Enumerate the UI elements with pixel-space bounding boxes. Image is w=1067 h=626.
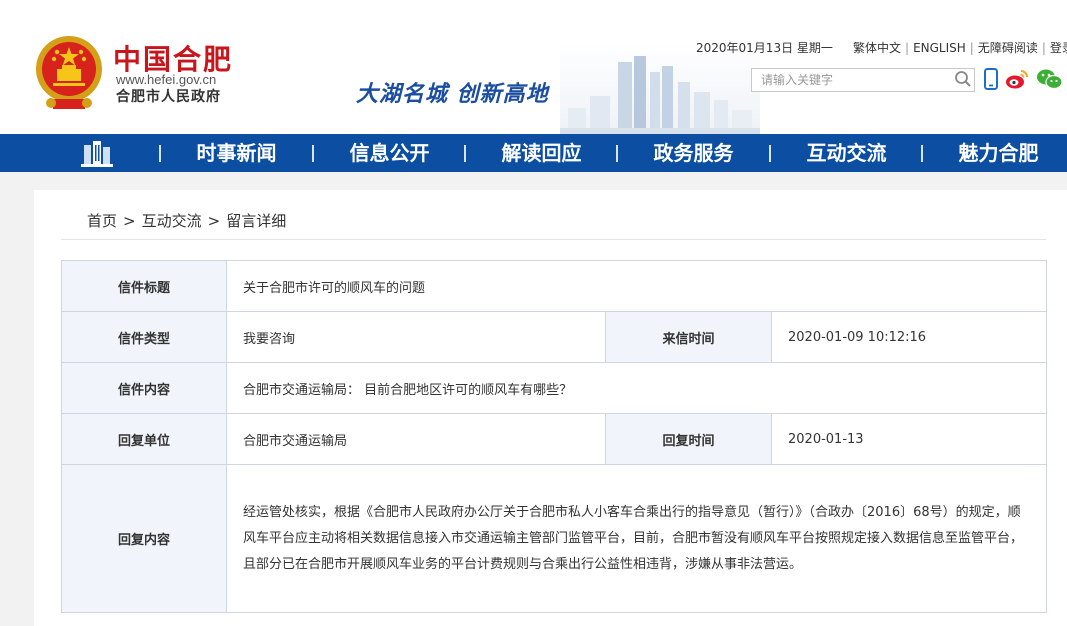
letter-time-value: 2020-01-09 10:12:16 xyxy=(770,311,1048,363)
letter-title-label: 信件标题 xyxy=(61,260,227,312)
letter-content-label: 信件内容 xyxy=(61,362,227,414)
nav-interaction[interactable]: 互动交流 xyxy=(780,134,913,172)
divider: | xyxy=(1041,41,1046,55)
breadcrumb-interaction[interactable]: 互动交流 xyxy=(142,212,202,230)
site-url: www.hefei.gov.cn xyxy=(116,72,217,87)
reply-content-label: 回复内容 xyxy=(61,464,227,613)
nav-news[interactable]: 时事新闻 xyxy=(170,134,303,172)
table-row: 回复内容 经运管处核实，根据《合肥市人民政府办公厅关于合肥市私人小客车合乘出行的… xyxy=(61,464,1048,613)
table-row: 信件内容 合肥市交通运输局： 目前合肥地区许可的顺风车有哪些？ xyxy=(61,362,1048,414)
site-header: 中国合肥 www.hefei.gov.cn 合肥市人民政府 大湖名城 创新高地 … xyxy=(0,0,1067,134)
search-input[interactable] xyxy=(752,69,948,91)
breadcrumb-separator: > xyxy=(207,212,221,230)
main-nav: 时事新闻 信息公开 解读回应 政务服务 互动交流 魅力合肥 xyxy=(0,134,1067,172)
reply-unit-value: 合肥市交通运输局 xyxy=(226,413,606,465)
reply-content-value: 经运管处核实，根据《合肥市人民政府办公厅关于合肥市私人小客车合乘出行的指导意见（… xyxy=(225,464,1048,613)
traditional-chinese-link[interactable]: 繁体中文 xyxy=(853,41,901,55)
table-row: 信件标题 关于合肥市许可的顺风车的问题 xyxy=(61,260,1048,312)
nav-interpretation[interactable]: 解读回应 xyxy=(475,134,608,172)
divider: | xyxy=(969,41,974,55)
reply-time-label: 回复时间 xyxy=(605,413,772,465)
national-emblem-logo[interactable] xyxy=(33,33,105,111)
english-link[interactable]: ENGLISH xyxy=(913,41,966,55)
breadcrumb-home[interactable]: 首页 xyxy=(87,212,117,230)
nav-divider xyxy=(159,145,161,162)
letter-type-value: 我要咨询 xyxy=(226,311,606,363)
letter-detail-table: 信件标题 关于合肥市许可的顺风车的问题 信件类型 我要咨询 来信时间 2020-… xyxy=(61,260,1048,613)
breadcrumb: 首页 > 互动交流 > 留言详细 xyxy=(87,210,286,231)
login-link[interactable]: 登录 xyxy=(1050,41,1067,55)
nav-divider xyxy=(769,145,771,162)
reply-time-value: 2020-01-13 xyxy=(770,413,1048,465)
wechat-icon[interactable] xyxy=(1036,68,1063,90)
mobile-icon[interactable] xyxy=(983,68,999,90)
search-icon xyxy=(955,71,971,87)
letter-title-value: 关于合肥市许可的顺风车的问题 xyxy=(225,260,1048,312)
site-slogan: 大湖名城 创新高地 xyxy=(356,81,549,107)
site-subtitle: 合肥市人民政府 xyxy=(116,89,221,105)
nav-divider xyxy=(921,145,923,162)
nav-divider xyxy=(616,145,618,162)
divider: | xyxy=(905,41,910,55)
weibo-icon[interactable] xyxy=(1005,68,1029,90)
breadcrumb-current: 留言详细 xyxy=(226,212,287,230)
letter-type-label: 信件类型 xyxy=(61,311,227,363)
current-date: 2020年01月13日 星期一 xyxy=(696,41,833,55)
search-box xyxy=(751,68,975,92)
nav-charm-hefei[interactable]: 魅力合肥 xyxy=(932,134,1065,172)
search-button[interactable] xyxy=(952,70,974,90)
nav-gov-services[interactable]: 政务服务 xyxy=(627,134,760,172)
top-links: 繁体中文|ENGLISH|无障碍阅读|登录 xyxy=(853,39,1067,56)
breadcrumb-separator: > xyxy=(123,212,136,230)
building-icon[interactable] xyxy=(81,139,113,167)
nav-info-disclosure[interactable]: 信息公开 xyxy=(323,134,456,172)
nav-divider xyxy=(312,145,314,162)
table-row: 回复单位 合肥市交通运输局 回复时间 2020-01-13 xyxy=(61,413,1048,465)
nav-divider xyxy=(464,145,466,162)
accessibility-link[interactable]: 无障碍阅读 xyxy=(978,41,1038,55)
city-skyline-image xyxy=(560,56,760,134)
breadcrumb-divider xyxy=(61,239,1046,240)
letter-content-value: 合肥市交通运输局： 目前合肥地区许可的顺风车有哪些？ xyxy=(225,362,1048,414)
table-row: 信件类型 我要咨询 来信时间 2020-01-09 10:12:16 xyxy=(61,311,1048,363)
letter-time-label: 来信时间 xyxy=(605,311,772,363)
reply-unit-label: 回复单位 xyxy=(61,413,227,465)
